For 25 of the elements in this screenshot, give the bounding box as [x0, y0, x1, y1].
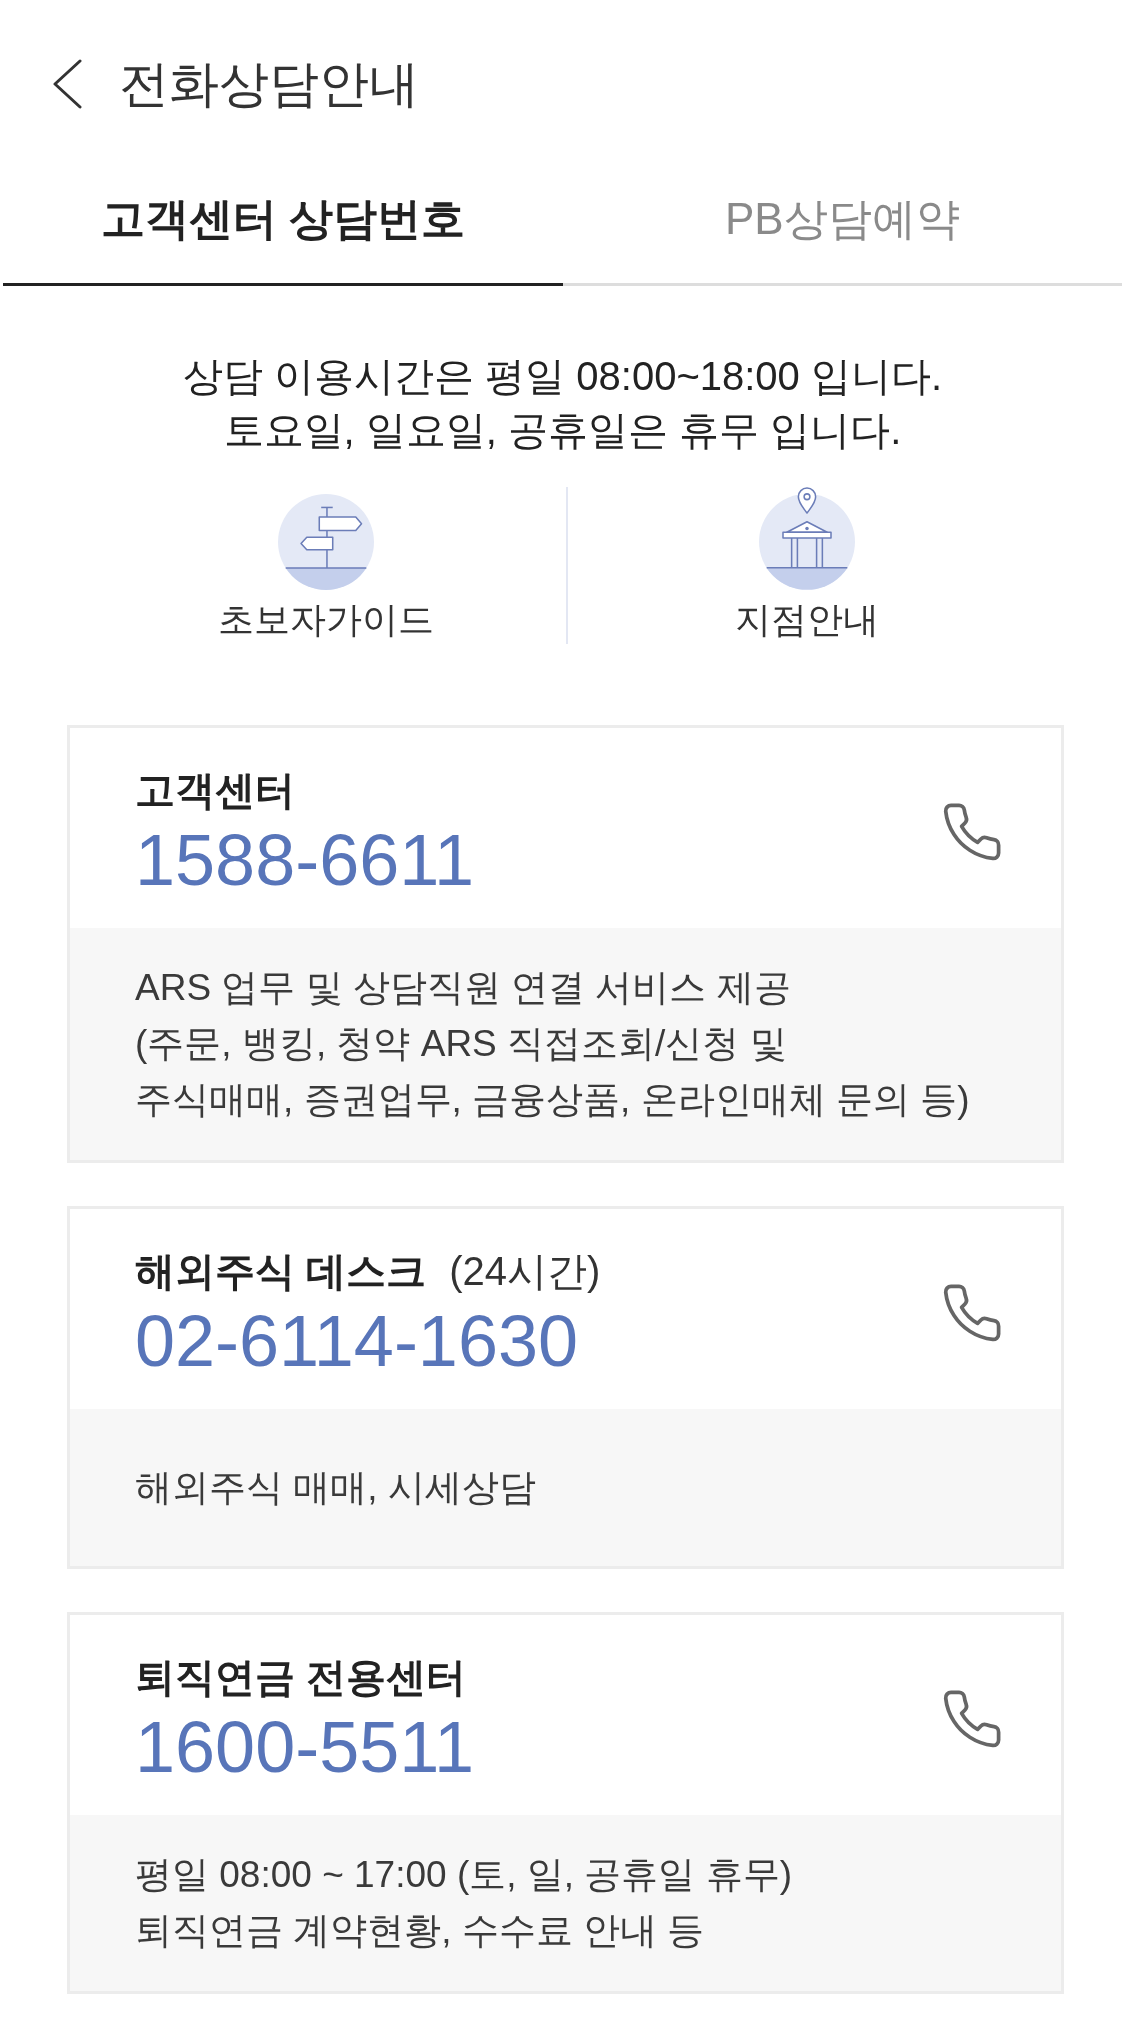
notice-text: 상담 이용시간은 평일 08:00~18:00 입니다. [181, 353, 944, 400]
back-icon[interactable] [51, 59, 83, 109]
phone-icon[interactable] [943, 1284, 1001, 1342]
page-title: 전화상담안내 [119, 55, 419, 114]
phone-icon[interactable] [943, 1690, 1001, 1748]
phone-number: 1588-6611 [135, 822, 474, 898]
title-note: (24시간) [449, 1249, 601, 1293]
description-text: 해외주식 매매, 시세상담 [135, 1465, 537, 1510]
tab[interactable]: 고객센터 상담번호 [3, 168, 563, 286]
description-text: ARS 업무 및 상담직원 연결 서비스 제공 [135, 966, 792, 1010]
phone-number: 02-6114-1630 [135, 1303, 580, 1379]
description-text: (주문, 뱅킹, 청약 ARS 직접조회/신청 및 [135, 1022, 788, 1066]
notice-text: 토요일, 일요일, 공휴일은 휴무 입니다. [222, 407, 903, 454]
card-title: 해외주식 데스크 [135, 1249, 427, 1293]
shortcut-button[interactable]: 지점안내 [567, 487, 1047, 644]
card-title: 퇴직연금 전용센터 [135, 1655, 467, 1699]
shortcut-button[interactable]: 초보자가이드 [86, 487, 566, 644]
description-text: 평일 08:00 ~ 17:00 (토, 일, 공휴일 휴무) [135, 1853, 793, 1897]
signpost-icon [277, 494, 374, 590]
phone-number: 1600-5511 [135, 1709, 474, 1785]
description-text: 퇴직연금 계약현황, 수수료 안내 등 [135, 1909, 706, 1953]
card-title: 고객센터 [135, 768, 295, 812]
phone-icon[interactable] [943, 803, 1001, 861]
bank-pin-icon [759, 487, 856, 590]
description-text: 주식매매, 증권업무, 금융상품, 온라인매체 문의 등) [135, 1078, 971, 1122]
